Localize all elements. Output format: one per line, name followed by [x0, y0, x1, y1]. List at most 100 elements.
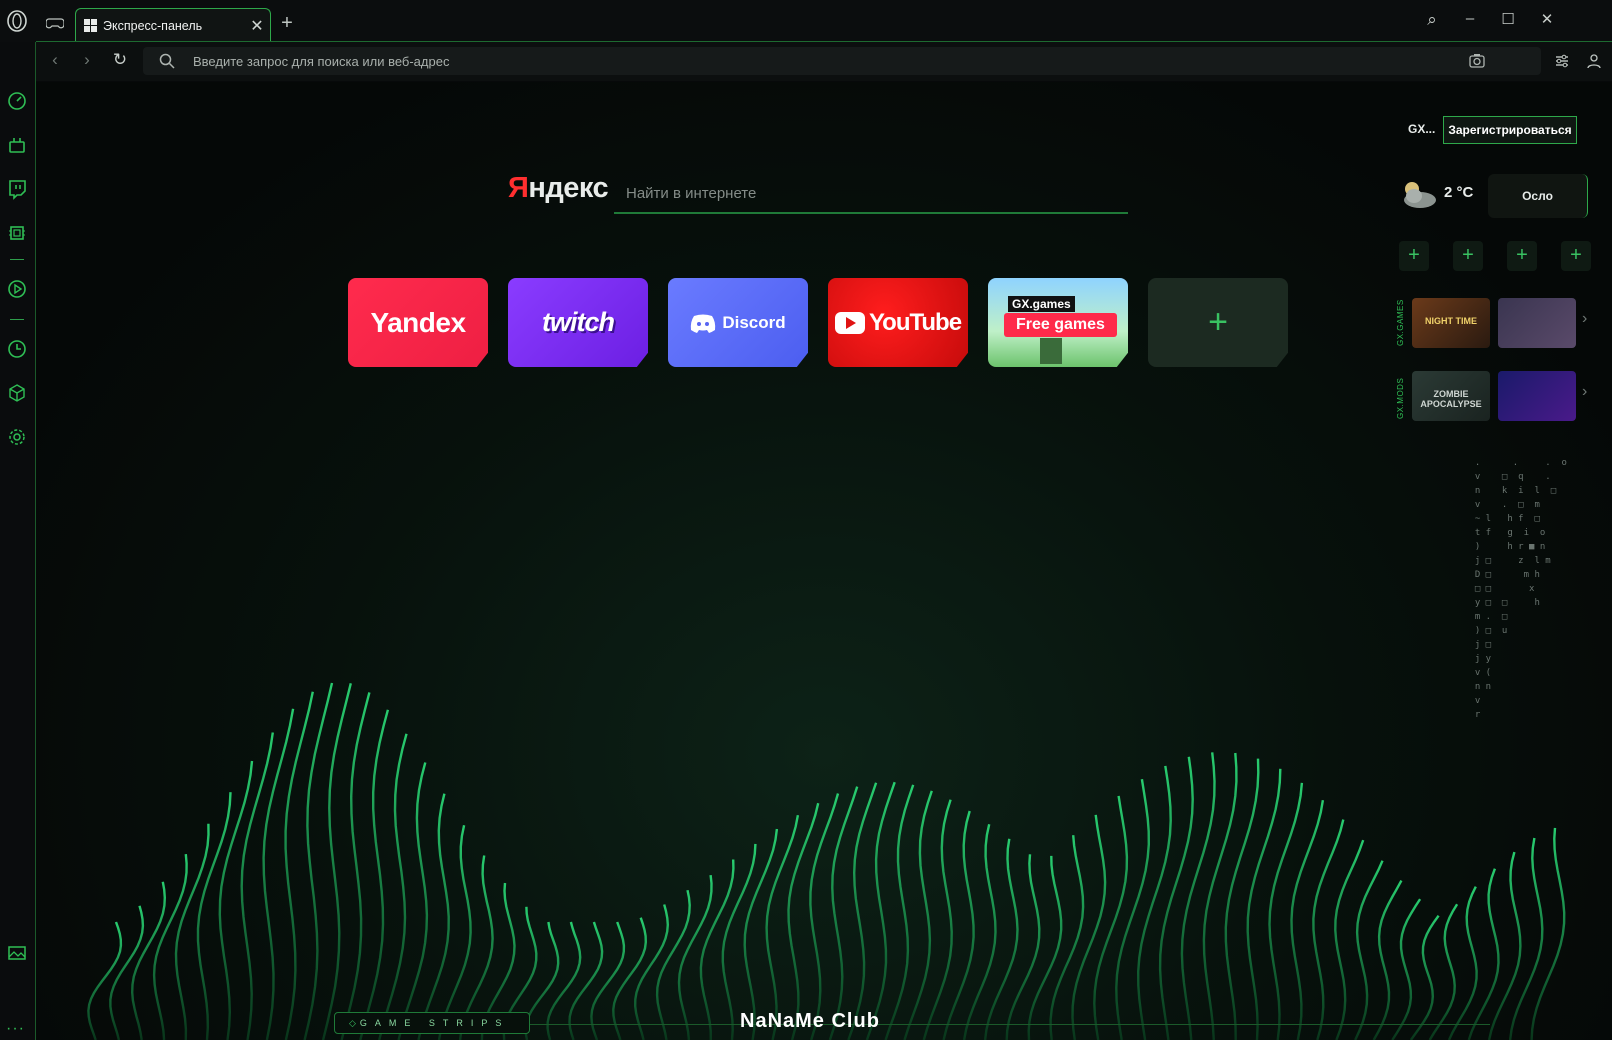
wallpaper-image-icon[interactable]	[6, 942, 28, 964]
strip-next-arrow[interactable]: ›	[1582, 383, 1587, 401]
gx-games-tag: GX.games	[1008, 296, 1075, 312]
wave-line	[437, 825, 472, 1040]
wave-line	[196, 792, 232, 1040]
wave-line	[1049, 835, 1085, 1040]
wave-line	[417, 793, 450, 1040]
camera-icon[interactable]	[1469, 53, 1485, 68]
wave-line	[1136, 765, 1172, 1040]
weather-city: Осло	[1522, 189, 1553, 203]
gamepad-icon[interactable]	[46, 16, 64, 30]
wave-line	[590, 921, 626, 1040]
profile-icon[interactable]	[1586, 53, 1602, 69]
discord-tile-label: Discord	[722, 312, 786, 332]
history-clock-icon[interactable]	[6, 338, 28, 360]
new-tab-button[interactable]: +	[276, 12, 298, 35]
game-strips-label: GAME STRIPS	[359, 1018, 510, 1028]
widget-add-slot[interactable]: +	[1507, 241, 1537, 271]
gx-free-games-label: Free games	[1004, 313, 1117, 337]
speed-dial-page	[36, 82, 1612, 1040]
game-strips-tab[interactable]: ◇ GAME STRIPS	[334, 1012, 530, 1034]
sidebar	[0, 42, 36, 1040]
wave-line	[1372, 880, 1403, 1040]
wave-line	[1027, 855, 1063, 1040]
speed-dial-add[interactable]: +	[1148, 278, 1288, 367]
wave-line	[847, 782, 878, 1040]
gx-character-graphic	[1040, 338, 1062, 364]
game-thumb[interactable]	[1498, 298, 1576, 348]
speed-dial-twitch[interactable]: twitch	[508, 278, 648, 367]
game-thumb[interactable]: NIGHT TIME	[1412, 298, 1490, 348]
forward-button[interactable]: ›	[74, 50, 100, 72]
yandex-tile-label: Yandex	[370, 306, 466, 338]
widget-add-slot[interactable]: +	[1453, 241, 1483, 271]
cpu-limiter-icon[interactable]	[6, 222, 28, 244]
speed-dial-discord[interactable]: Discord	[668, 278, 808, 367]
search-icon	[159, 53, 175, 69]
wave-line	[884, 784, 915, 1040]
wave-line	[1290, 799, 1325, 1040]
speed-dial-youtube[interactable]: YouTube	[828, 278, 968, 367]
speed-dial-gx-games[interactable]: GX.games Free games	[988, 278, 1128, 367]
yandex-logo[interactable]: Яндекс	[508, 172, 609, 205]
sidebar-separator	[10, 259, 24, 260]
wave-line	[321, 683, 352, 1040]
address-input[interactable]	[193, 51, 1393, 71]
mod-thumb-title: ZOMBIE APOCALYPSE	[1420, 389, 1482, 409]
close-window-button[interactable]: ✕	[1533, 10, 1561, 28]
player-icon[interactable]	[6, 278, 28, 300]
gx-games-strip: GX.GAMES NIGHT TIME ›	[1394, 294, 1588, 354]
register-button[interactable]: Зарегистрироваться	[1443, 116, 1577, 144]
weather-city-box[interactable]: Осло	[1488, 174, 1588, 218]
wave-line	[865, 781, 896, 1040]
minimize-button[interactable]: –	[1456, 10, 1484, 27]
wave-line	[1334, 839, 1365, 1040]
wave-line	[359, 709, 390, 1040]
mod-thumb[interactable]: ZOMBIE APOCALYPSE	[1412, 371, 1490, 421]
wave-line	[1391, 898, 1422, 1040]
easy-setup-icon[interactable]	[1554, 53, 1570, 69]
wave-line	[1508, 837, 1544, 1040]
strip-next-arrow[interactable]: ›	[1582, 310, 1587, 328]
settings-gear-icon[interactable]	[6, 426, 28, 448]
mod-thumb[interactable]	[1498, 371, 1576, 421]
gx-mods-strip: GX.MODS ZOMBIE APOCALYPSE ›	[1394, 367, 1588, 427]
gx-corner-icon[interactable]	[6, 134, 28, 156]
gx-control-speedometer-icon[interactable]	[6, 90, 28, 112]
tab-speed-dial[interactable]: Экспресс-панель ✕	[75, 8, 271, 42]
title-bar: Экспресс-панель ✕ + ⌕ – ☐ ✕	[0, 0, 1612, 42]
wave-line	[942, 810, 975, 1040]
reload-button[interactable]: ↻	[107, 50, 133, 72]
back-button[interactable]: ‹	[42, 50, 68, 72]
maximize-button[interactable]: ☐	[1494, 10, 1522, 28]
speed-dial-yandex[interactable]: Yandex	[348, 278, 488, 367]
wave-line	[962, 823, 997, 1040]
widget-add-slot[interactable]: +	[1399, 241, 1429, 271]
yandex-search-input[interactable]	[614, 178, 1128, 208]
wave-line	[1312, 819, 1345, 1040]
wave-line	[1071, 814, 1107, 1040]
matrix-rain-decoration: . . . o v □ q . n k i l □ v . □ m ~ l h …	[1474, 458, 1567, 720]
wave-line	[340, 692, 371, 1040]
address-bar[interactable]	[143, 47, 1541, 75]
extensions-cube-icon[interactable]	[6, 382, 28, 404]
game-thumb-title: NIGHT TIME	[1425, 316, 1477, 326]
gx-account-label: GX...	[1408, 122, 1436, 136]
wave-line	[397, 762, 429, 1040]
yandex-search-box[interactable]	[614, 178, 1128, 214]
wave-line	[1428, 903, 1459, 1040]
wave-line	[677, 874, 713, 1040]
tab-search-icon[interactable]: ⌕	[1418, 10, 1446, 30]
youtube-tile-label: YouTube	[868, 308, 962, 336]
wave-line	[240, 732, 274, 1040]
twitch-icon[interactable]	[6, 178, 28, 200]
weather-widget[interactable]: 2 °C Осло	[1394, 172, 1588, 218]
tab-close-button[interactable]: ✕	[244, 16, 270, 36]
opera-gx-logo-icon[interactable]	[6, 10, 28, 32]
sidebar-more-button[interactable]: ···	[6, 1020, 25, 1038]
widget-add-slot[interactable]: +	[1561, 241, 1591, 271]
wave-line	[765, 814, 800, 1040]
wave-line	[699, 859, 735, 1040]
wave-line	[378, 733, 408, 1040]
wave-line	[174, 823, 210, 1040]
gx-games-strip-label: GX.GAMES	[1396, 299, 1405, 346]
